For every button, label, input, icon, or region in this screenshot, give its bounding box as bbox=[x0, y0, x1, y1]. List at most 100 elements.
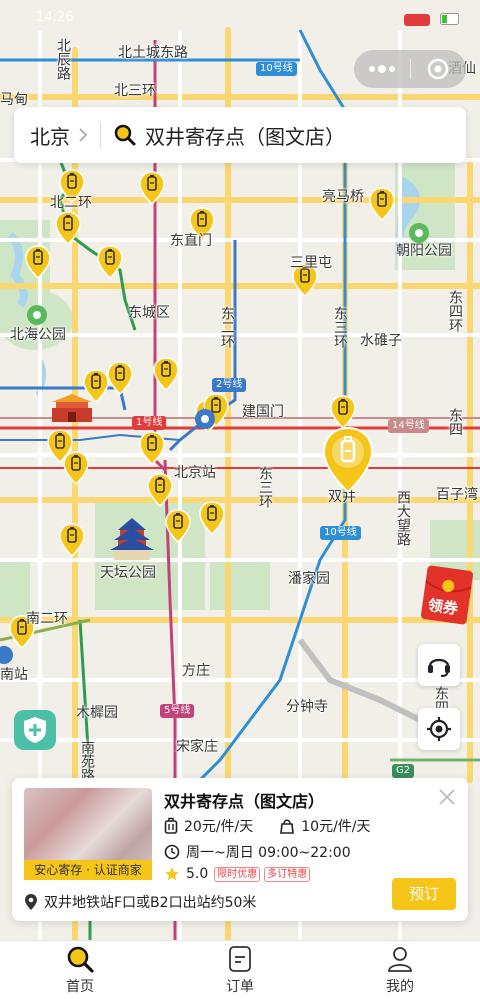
map-label: 马甸 bbox=[0, 92, 28, 108]
store-pin[interactable] bbox=[25, 245, 51, 279]
map-label: 东四 bbox=[447, 408, 463, 436]
store-photo-tag: 安心寄存 · 认证商家 bbox=[24, 860, 152, 880]
map-label: 东三环 bbox=[257, 466, 273, 508]
subway-badge: 10号线 bbox=[256, 62, 297, 76]
store-pin[interactable] bbox=[97, 245, 123, 279]
map-label: 建国门 bbox=[242, 404, 284, 420]
price-row: 20元/件/天 10元/件/天 bbox=[164, 816, 371, 836]
price-large: 20元/件/天 bbox=[184, 819, 254, 835]
address-text: 双井地铁站F口或B2口出站约50米 bbox=[44, 895, 257, 911]
map-label: 东城区 bbox=[128, 305, 170, 321]
miniapp-capsule bbox=[354, 50, 466, 88]
promo-tag: 多订特惠 bbox=[264, 866, 311, 882]
subway-badge: 5号线 bbox=[160, 704, 195, 718]
map-label: 亮马桥 bbox=[322, 189, 364, 205]
station-icon bbox=[195, 409, 215, 429]
map-label: 潘家园 bbox=[288, 571, 330, 587]
crosshair-icon bbox=[427, 717, 451, 741]
map-label: 北辰路 bbox=[55, 38, 71, 80]
search-icon bbox=[114, 124, 136, 146]
map-label: 南站 bbox=[0, 667, 28, 683]
price-small: 10元/件/天 bbox=[301, 819, 371, 835]
map-label: 东四环 bbox=[447, 290, 463, 332]
store-pin[interactable] bbox=[59, 523, 85, 557]
map-label: 三里屯 bbox=[290, 255, 332, 271]
store-pin[interactable] bbox=[55, 211, 81, 245]
battery-icon bbox=[440, 13, 459, 25]
park-icon bbox=[27, 305, 47, 325]
store-pin[interactable] bbox=[199, 501, 225, 535]
map-label: 南二环 bbox=[26, 611, 68, 627]
search-query: 双井寄存点（图文店） bbox=[145, 124, 345, 149]
map-label: 东二环 bbox=[219, 306, 235, 348]
map-label: 北京站 bbox=[174, 465, 216, 481]
close-icon[interactable] bbox=[436, 786, 458, 808]
address-row: 双井地铁站F口或B2口出站约50米 bbox=[24, 892, 256, 912]
chevron-right-icon bbox=[79, 128, 88, 142]
map-label: 西大望路 bbox=[395, 490, 411, 546]
store-pin[interactable] bbox=[107, 361, 133, 395]
store-pin[interactable] bbox=[330, 395, 356, 429]
order-icon bbox=[229, 946, 251, 972]
subway-badge: 2号线 bbox=[212, 378, 247, 392]
map-label: 东直门 bbox=[170, 233, 212, 249]
temple-of-heaven-icon bbox=[110, 518, 154, 560]
map-label: 朝阳公园 bbox=[396, 243, 452, 259]
tab-home[interactable]: 首页 bbox=[0, 941, 160, 999]
customer-service-button[interactable] bbox=[418, 644, 460, 686]
tab-label: 订单 bbox=[226, 979, 254, 995]
hours-text: 周一~周日 09:00~22:00 bbox=[186, 845, 351, 861]
search-bar[interactable]: 北京 双井寄存点（图文店） bbox=[14, 107, 466, 163]
store-pin[interactable] bbox=[147, 473, 173, 507]
locate-button[interactable] bbox=[418, 708, 460, 750]
book-button[interactable]: 预订 bbox=[392, 878, 456, 910]
map-label: 方庄 bbox=[182, 663, 210, 679]
rating-row: 5.0 限时优惠 多订特惠 bbox=[164, 866, 311, 882]
app-root: 北三环 北土城东路 10号线 马甸 北辰路 酒仙 北二环 东直门 亮马桥 朝阳公… bbox=[0, 0, 480, 999]
subway-badge: 10号线 bbox=[320, 526, 361, 540]
city-selector[interactable]: 北京 bbox=[14, 121, 88, 150]
tab-bar: 首页 订单 我的 bbox=[0, 940, 480, 999]
more-dots-icon bbox=[368, 65, 395, 73]
map-label: 木樨园 bbox=[76, 705, 118, 721]
safety-button[interactable] bbox=[14, 710, 56, 750]
store-pin[interactable] bbox=[139, 431, 165, 465]
luggage-icon bbox=[164, 817, 178, 834]
store-card[interactable]: 安心寄存 · 认证商家 双井寄存点（图文店） 20元/件/天 10元/件/天 周… bbox=[12, 778, 468, 921]
map-label: 南苑路 bbox=[79, 740, 95, 782]
location-pin-icon bbox=[25, 894, 37, 910]
headset-icon bbox=[428, 658, 450, 677]
road-badge: G2 bbox=[392, 764, 415, 778]
coupon-label: 领券 bbox=[426, 595, 460, 618]
tab-orders[interactable]: 订单 bbox=[160, 941, 320, 999]
map-label: 宋家庄 bbox=[176, 739, 218, 755]
promo-tag: 限时优惠 bbox=[214, 866, 261, 882]
star-icon bbox=[165, 867, 179, 881]
store-pin[interactable] bbox=[153, 357, 179, 391]
store-pin[interactable] bbox=[369, 187, 395, 221]
coupon-button[interactable]: 领券 bbox=[420, 564, 474, 626]
shield-plus-icon bbox=[24, 717, 46, 743]
bag-icon bbox=[280, 819, 295, 834]
station-icon bbox=[0, 646, 13, 664]
signal-icon bbox=[404, 14, 430, 26]
store-pin[interactable] bbox=[63, 451, 89, 485]
store-pin[interactable] bbox=[165, 509, 191, 543]
user-icon bbox=[388, 947, 412, 972]
store-pin[interactable] bbox=[139, 171, 165, 205]
status-time: 14:26 bbox=[36, 10, 74, 25]
tiananmen-icon bbox=[52, 394, 92, 422]
map-label: 百子湾 bbox=[436, 487, 478, 503]
city-label: 北京 bbox=[30, 124, 70, 149]
rating-value: 5.0 bbox=[186, 866, 209, 882]
search-icon bbox=[67, 946, 94, 973]
map-label: 北土城东路 bbox=[118, 45, 188, 61]
subway-badge: 14号线 bbox=[388, 419, 429, 433]
more-button[interactable] bbox=[354, 65, 410, 73]
selected-store-pin[interactable] bbox=[322, 426, 374, 496]
hours-row: 周一~周日 09:00~22:00 bbox=[164, 842, 351, 862]
close-miniapp-button[interactable] bbox=[411, 58, 467, 80]
tab-label: 我的 bbox=[386, 979, 414, 995]
map-label: 北海公园 bbox=[10, 327, 66, 343]
tab-profile[interactable]: 我的 bbox=[320, 941, 480, 999]
